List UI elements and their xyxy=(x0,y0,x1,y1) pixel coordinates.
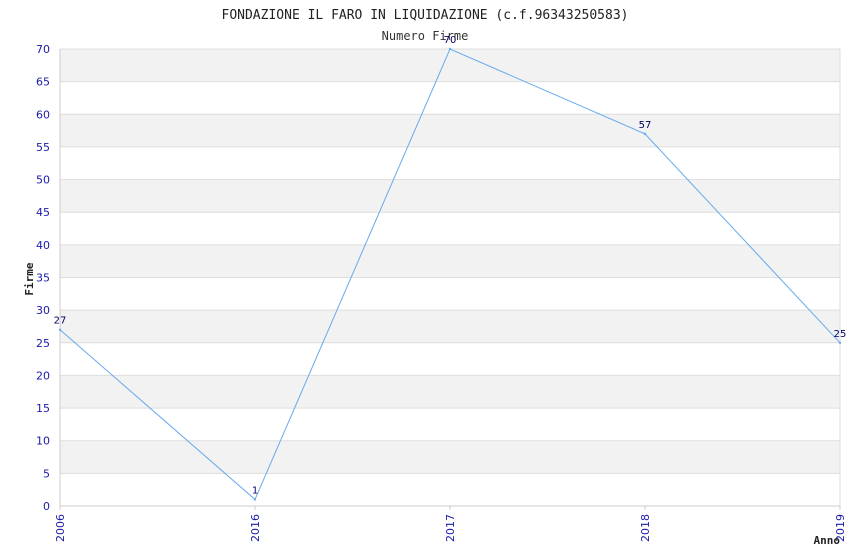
y-tick-label: 20 xyxy=(36,369,50,382)
y-tick-label: 5 xyxy=(43,467,50,480)
y-tick-label: 35 xyxy=(36,272,50,285)
background-band xyxy=(60,179,840,213)
data-point xyxy=(253,498,257,501)
background-band xyxy=(60,375,840,409)
y-tick-label: 45 xyxy=(36,206,50,219)
y-tick-label: 25 xyxy=(36,337,50,350)
y-tick-label: 50 xyxy=(36,174,50,187)
data-point xyxy=(643,132,647,136)
y-tick-label: 15 xyxy=(36,402,50,415)
data-label: 25 xyxy=(834,329,847,340)
y-tick-label: 10 xyxy=(36,435,50,448)
x-tick-label: 2006 xyxy=(54,514,67,542)
data-label: 57 xyxy=(639,120,652,131)
y-tick-label: 70 xyxy=(36,43,50,56)
y-axis-label: Firme xyxy=(23,262,36,295)
data-label: 1 xyxy=(252,485,258,496)
data-point xyxy=(58,328,62,331)
y-tick-label: 0 xyxy=(43,500,50,513)
background-band xyxy=(60,49,840,82)
y-tick-label: 30 xyxy=(36,304,50,317)
y-tick-labels: 0 5 10 15 20 25 30 35 40 45 50 55 60 65 70 xyxy=(36,43,50,513)
data-label: 70 xyxy=(444,35,457,46)
x-tick-labels: 2006 2016 2017 2018 2019 xyxy=(54,514,847,542)
background-band xyxy=(60,114,840,147)
chart-title: FONDAZIONE IL FARO IN LIQUIDAZIONE (c.f.… xyxy=(222,8,629,23)
data-label: 27 xyxy=(54,316,67,327)
x-tick-label: 2016 xyxy=(249,514,262,542)
line-chart: FONDAZIONE IL FARO IN LIQUIDAZIONE (c.f.… xyxy=(23,8,847,547)
background-bands xyxy=(60,49,840,474)
background-band xyxy=(60,440,840,474)
data-point xyxy=(448,47,452,51)
x-axis-label: Anno xyxy=(814,534,841,547)
data-point xyxy=(838,341,842,344)
background-band xyxy=(60,310,840,343)
y-tick-label: 65 xyxy=(36,76,50,89)
x-tick-label: 2018 xyxy=(639,514,652,542)
background-band xyxy=(60,244,840,278)
y-tick-label: 60 xyxy=(36,108,50,121)
y-tick-label: 55 xyxy=(36,141,50,154)
x-tick-label: 2017 xyxy=(444,514,457,542)
y-tick-label: 40 xyxy=(36,239,50,252)
